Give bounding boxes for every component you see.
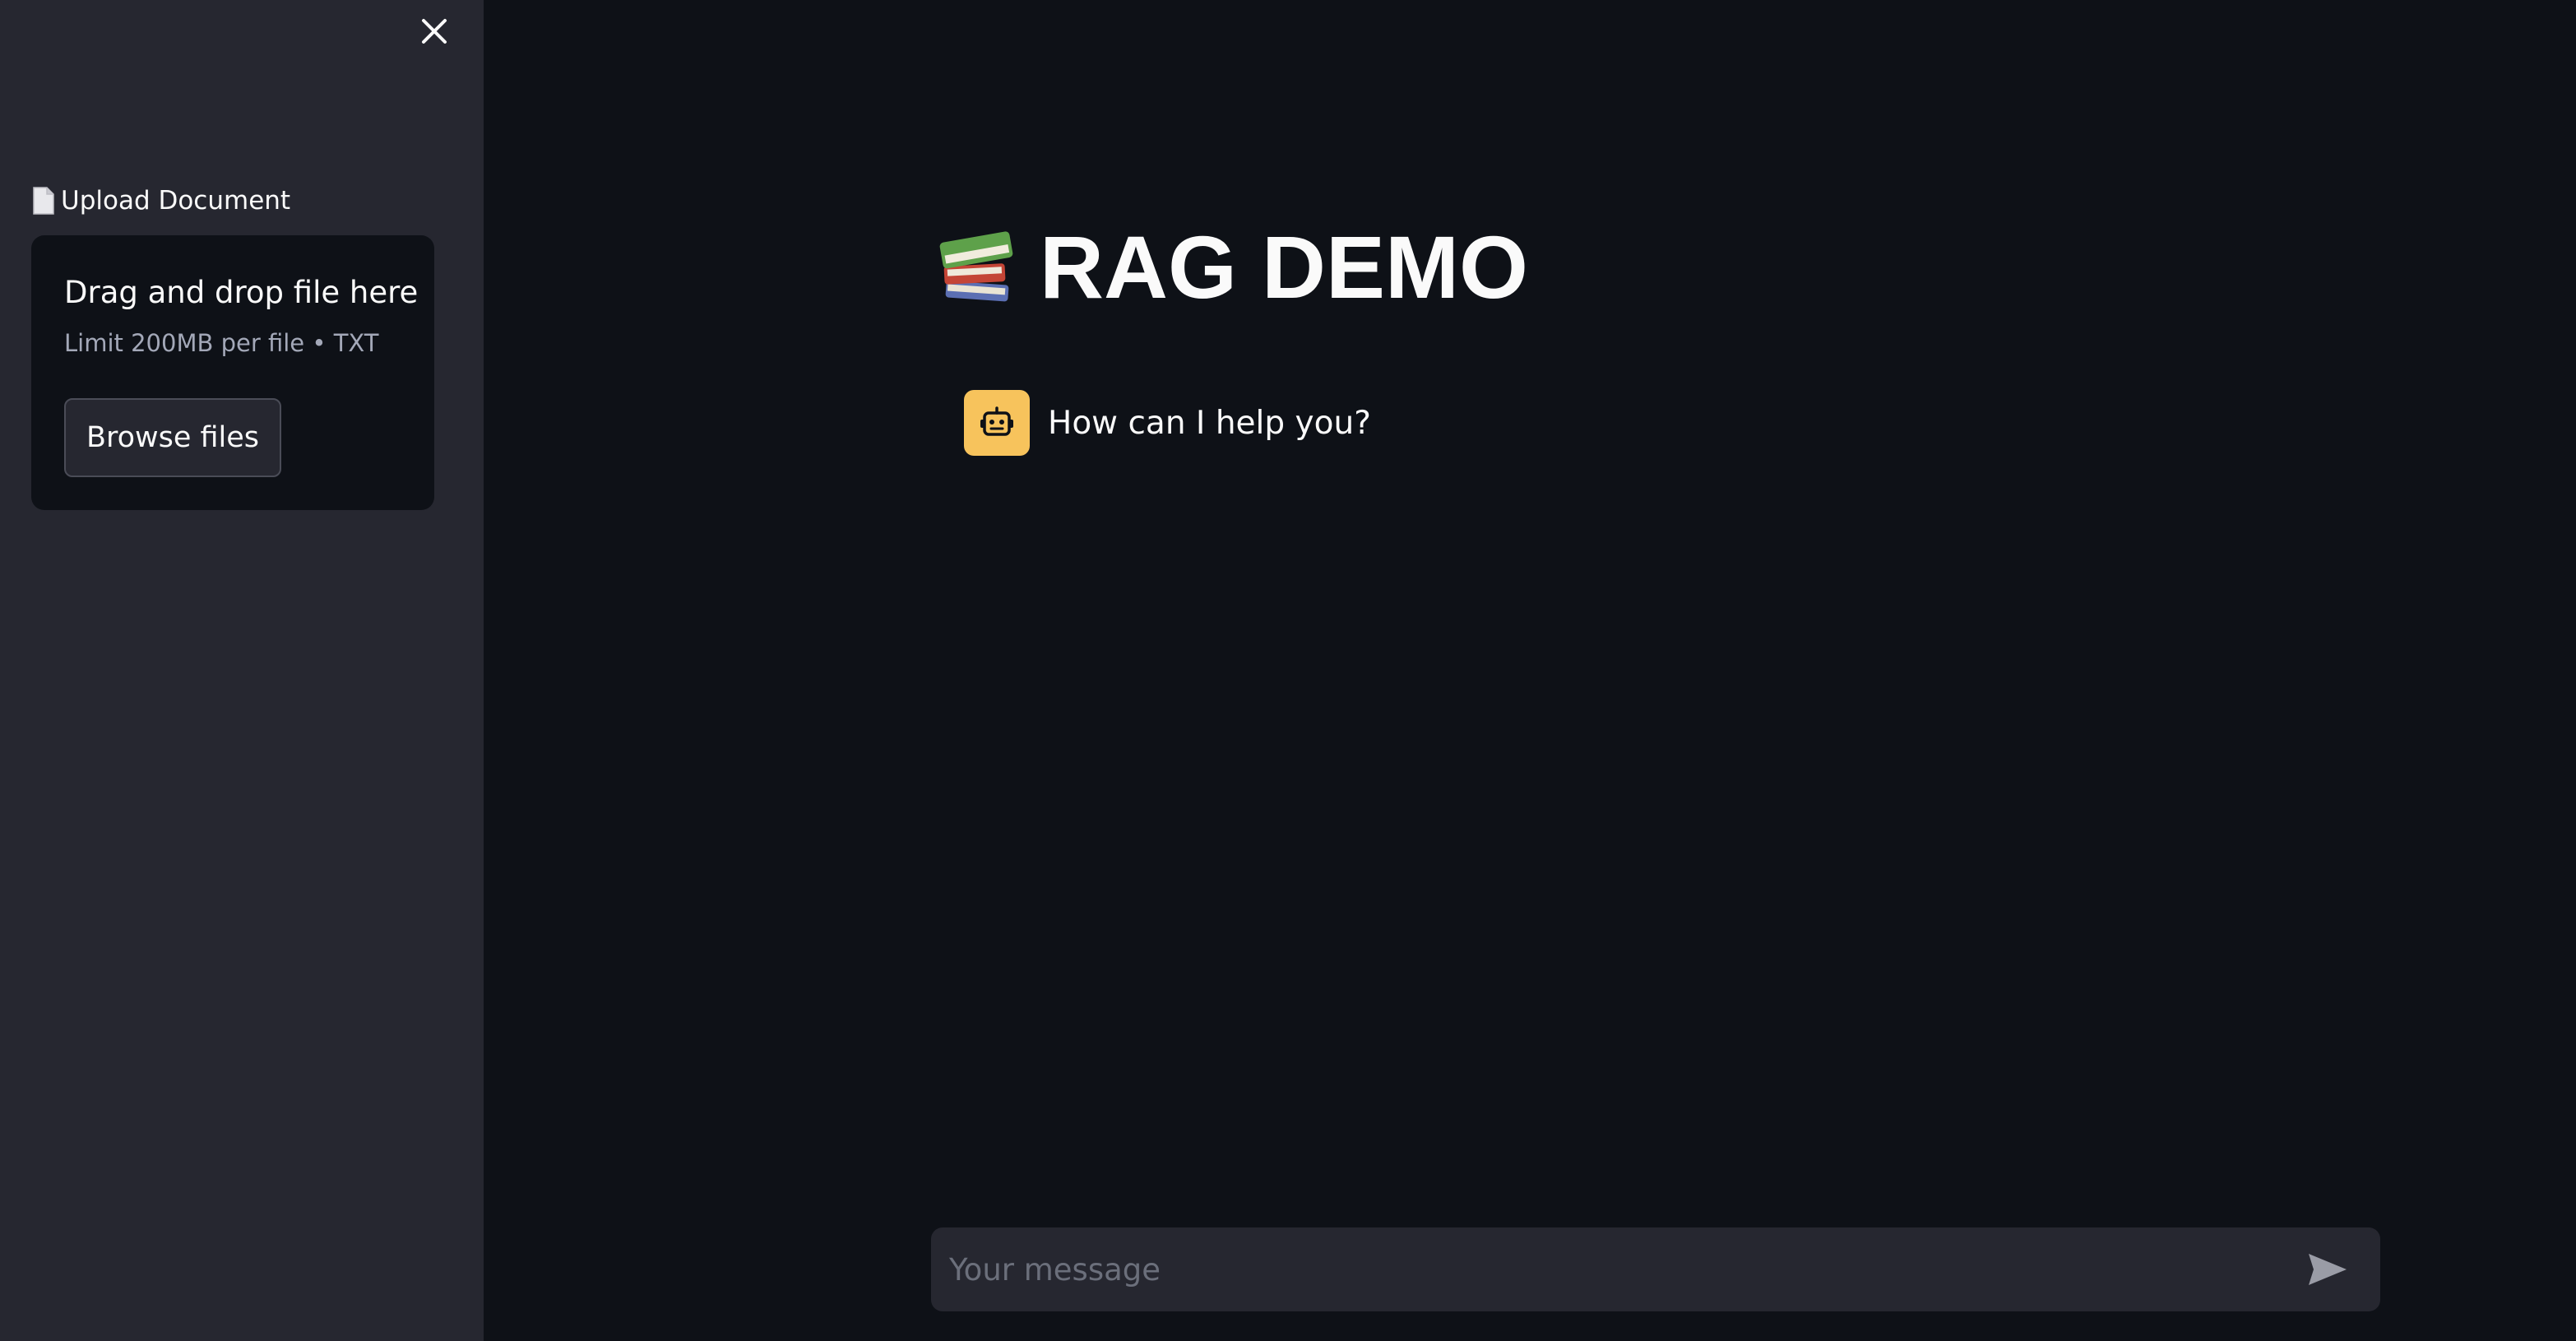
upload-label-text: Upload Document	[61, 186, 291, 216]
document-icon	[33, 187, 54, 215]
app: Upload Document Drag and drop file here …	[0, 0, 2576, 1341]
dropzone-title: Drag and drop file here	[64, 275, 419, 310]
books-icon	[939, 230, 1013, 301]
dropzone-limit: Limit 200MB per file • TXT	[64, 329, 379, 357]
upload-document-label: Upload Document	[31, 186, 290, 216]
assistant-avatar	[964, 390, 1030, 456]
main-content: RAG DEMO How can I help you?	[484, 0, 2576, 1341]
sidebar: Upload Document Drag and drop file here …	[0, 0, 484, 1341]
send-button[interactable]	[2295, 1237, 2361, 1302]
browse-files-button[interactable]: Browse files	[64, 398, 281, 477]
page-title: RAG DEMO	[1040, 217, 1528, 317]
page-header: RAG DEMO	[934, 216, 1528, 318]
robot-icon	[980, 406, 1013, 436]
chat-message-assistant: How can I help you?	[964, 390, 1371, 456]
chat-input-container	[931, 1227, 2380, 1311]
close-icon	[422, 19, 447, 44]
sidebar-close-button[interactable]	[415, 12, 454, 51]
send-icon	[2309, 1254, 2347, 1285]
chat-message-text: How can I help you?	[1048, 404, 1371, 442]
file-dropzone[interactable]: Drag and drop file here Limit 200MB per …	[31, 235, 434, 510]
chat-message-input[interactable]	[931, 1227, 2295, 1311]
